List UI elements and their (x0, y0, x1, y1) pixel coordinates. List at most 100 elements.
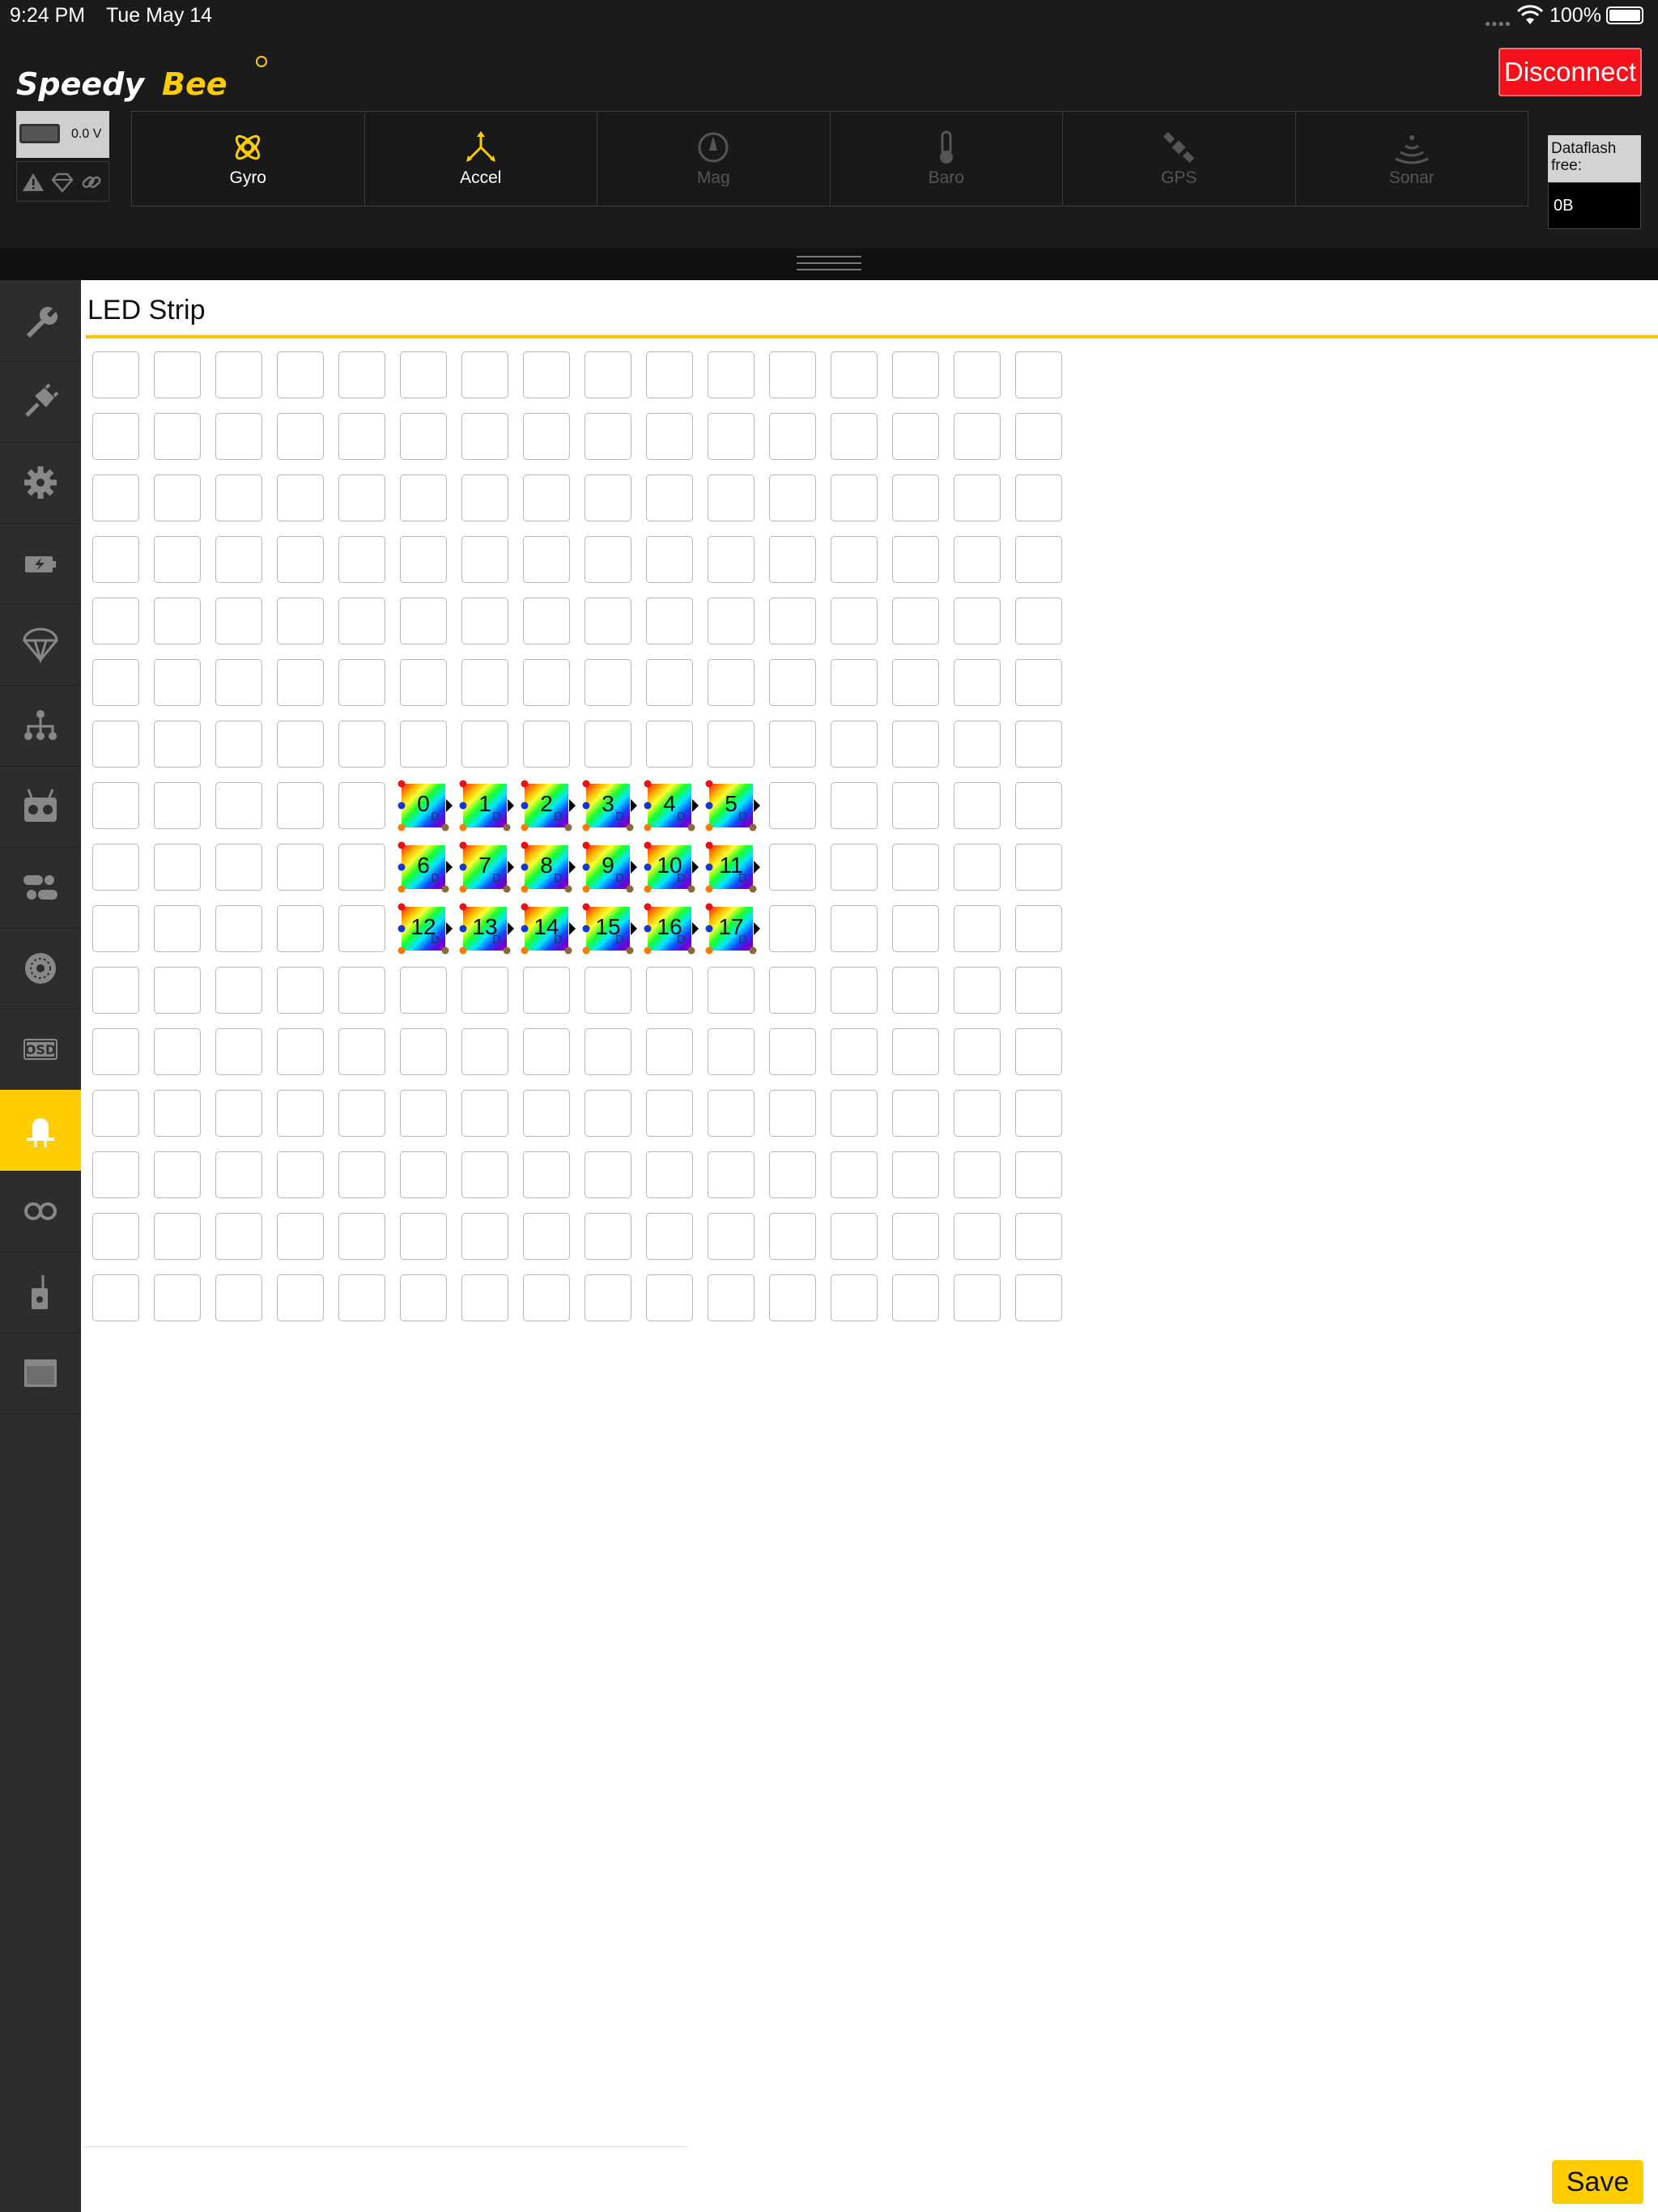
led-grid-cell[interactable] (92, 844, 139, 891)
led-5[interactable]: D 5 (703, 777, 760, 834)
led-grid-cell[interactable] (154, 536, 201, 583)
led-grid-cell[interactable] (92, 1274, 139, 1321)
led-grid-cell[interactable] (954, 598, 1001, 644)
led-grid-cell[interactable] (892, 721, 939, 768)
led-grid-cell[interactable] (154, 474, 201, 521)
led-grid-cell[interactable] (954, 1213, 1001, 1260)
led-7[interactable]: D 7 (457, 839, 514, 895)
led-grid-cell[interactable] (585, 659, 631, 706)
led-grid-cell[interactable] (215, 967, 262, 1014)
led-grid-cell[interactable] (708, 1213, 755, 1260)
led-grid-cell[interactable] (708, 1028, 755, 1075)
led-grid-cell[interactable] (769, 1151, 816, 1198)
led-grid-cell[interactable] (954, 1274, 1001, 1321)
led-grid-cell[interactable] (831, 721, 878, 768)
led-grid-cell[interactable] (708, 1090, 755, 1137)
led-grid-cell[interactable] (215, 1028, 262, 1075)
led-9[interactable]: D 9 (580, 839, 637, 895)
led-grid-cell[interactable] (338, 1274, 385, 1321)
led-17[interactable]: D 17 (703, 900, 760, 957)
led-3[interactable]: D 3 (580, 777, 637, 834)
led-grid-cell[interactable] (154, 1151, 201, 1198)
led-grid-cell[interactable] (646, 1274, 693, 1321)
led-grid-cell[interactable] (1015, 598, 1062, 644)
led-grid-cell[interactable] (338, 413, 385, 460)
led-grid-cell[interactable] (277, 1151, 324, 1198)
led-grid-cell[interactable] (461, 1213, 508, 1260)
led-grid-cell[interactable] (646, 536, 693, 583)
led-grid-cell[interactable] (92, 413, 139, 460)
led-grid-cell[interactable] (769, 659, 816, 706)
led-grid-cell[interactable] (461, 1151, 508, 1198)
led-grid-cell[interactable] (1015, 1274, 1062, 1321)
led-grid-cell[interactable] (154, 659, 201, 706)
led-grid-cell[interactable] (954, 967, 1001, 1014)
led-6[interactable]: D 6 (395, 839, 453, 895)
led-grid-cell[interactable] (154, 413, 201, 460)
led-15[interactable]: D 15 (580, 900, 637, 957)
led-grid-cell[interactable] (523, 659, 570, 706)
led-grid-cell[interactable] (523, 536, 570, 583)
led-grid-cell[interactable] (523, 1028, 570, 1075)
led-grid-cell[interactable] (769, 1274, 816, 1321)
led-grid-cell[interactable] (585, 1151, 631, 1198)
sidebar-item-motors[interactable] (0, 928, 81, 1010)
led-grid-cell[interactable] (646, 1090, 693, 1137)
led-grid-cell[interactable] (892, 844, 939, 891)
led-grid-cell[interactable] (708, 967, 755, 1014)
led-grid-cell[interactable] (277, 721, 324, 768)
led-grid-cell[interactable] (708, 721, 755, 768)
led-grid-cell[interactable] (154, 598, 201, 644)
sidebar-item-ports[interactable] (0, 361, 81, 443)
led-grid-cell[interactable] (1015, 351, 1062, 398)
led-grid-cell[interactable] (400, 474, 447, 521)
led-2[interactable]: D 2 (518, 777, 576, 834)
led-grid-cell[interactable] (708, 1151, 755, 1198)
led-grid-cell[interactable] (1015, 659, 1062, 706)
led-grid-cell[interactable] (92, 721, 139, 768)
led-grid-cell[interactable] (1015, 905, 1062, 952)
led-grid-cell[interactable] (523, 351, 570, 398)
led-grid[interactable]: D 0 D 1 D 2 D 3 D 4 D 5 D 6 D 7 D 8 D 9 … (92, 351, 1080, 1339)
led-grid-cell[interactable] (277, 844, 324, 891)
sidebar-item-led-strip[interactable] (0, 1090, 81, 1172)
led-grid-cell[interactable] (831, 1213, 878, 1260)
led-grid-cell[interactable] (646, 351, 693, 398)
led-grid-cell[interactable] (461, 598, 508, 644)
led-grid-cell[interactable] (892, 1151, 939, 1198)
led-grid-cell[interactable] (708, 413, 755, 460)
led-grid-cell[interactable] (954, 905, 1001, 952)
led-grid-cell[interactable] (92, 536, 139, 583)
led-grid-cell[interactable] (215, 1274, 262, 1321)
led-grid-cell[interactable] (338, 536, 385, 583)
led-grid-cell[interactable] (400, 659, 447, 706)
led-grid-cell[interactable] (708, 598, 755, 644)
led-grid-cell[interactable] (277, 413, 324, 460)
led-grid-cell[interactable] (338, 351, 385, 398)
led-grid-cell[interactable] (92, 967, 139, 1014)
led-grid-cell[interactable] (1015, 1090, 1062, 1137)
led-grid-cell[interactable] (461, 967, 508, 1014)
sidebar-item-receiver[interactable] (0, 766, 81, 848)
led-grid-cell[interactable] (400, 413, 447, 460)
led-grid-cell[interactable] (1015, 782, 1062, 829)
led-grid-cell[interactable] (461, 1274, 508, 1321)
led-grid-cell[interactable] (277, 905, 324, 952)
led-grid-cell[interactable] (215, 474, 262, 521)
led-grid-cell[interactable] (831, 1090, 878, 1137)
led-grid-cell[interactable] (338, 1090, 385, 1137)
led-grid-cell[interactable] (338, 1028, 385, 1075)
sidebar-item-motors-mixer[interactable] (0, 685, 81, 767)
led-grid-cell[interactable] (892, 536, 939, 583)
led-grid-cell[interactable] (461, 536, 508, 583)
led-grid-cell[interactable] (215, 659, 262, 706)
led-16[interactable]: D 16 (641, 900, 699, 957)
led-grid-cell[interactable] (769, 967, 816, 1014)
led-grid-cell[interactable] (338, 474, 385, 521)
sidebar-item-power[interactable] (0, 523, 81, 605)
led-grid-cell[interactable] (461, 659, 508, 706)
led-grid-cell[interactable] (769, 598, 816, 644)
led-grid-cell[interactable] (400, 1151, 447, 1198)
led-grid-cell[interactable] (892, 967, 939, 1014)
led-grid-cell[interactable] (892, 351, 939, 398)
